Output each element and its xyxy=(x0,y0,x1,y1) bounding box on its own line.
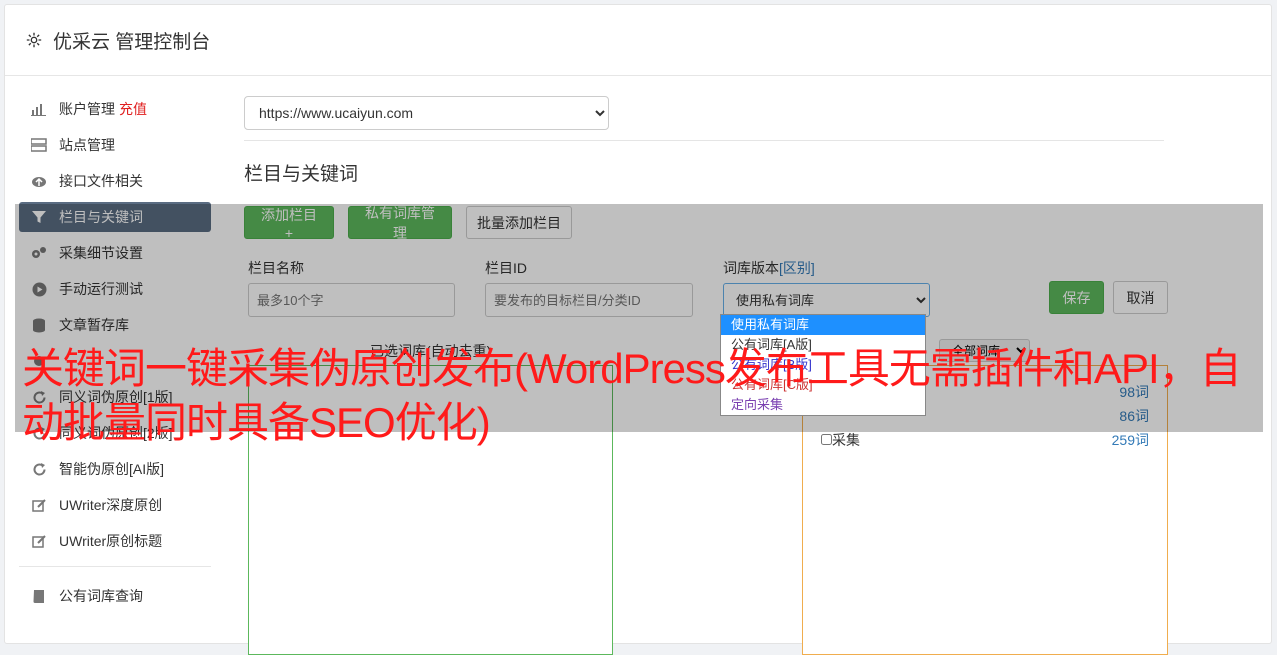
cloud-upload-icon xyxy=(31,173,47,189)
overlay-headline: 关键词一键采集伪原创发布(WordPress发布工具无需插件和API，自动批量同… xyxy=(22,345,1242,446)
sidebar-item-label: UWriter原创标题 xyxy=(59,533,163,549)
header: 优采云 管理控制台 xyxy=(5,5,1271,76)
book-icon xyxy=(31,588,47,604)
sidebar-item-label: 站点管理 xyxy=(59,137,115,153)
sidebar-item-sites[interactable]: 站点管理 xyxy=(19,130,211,160)
sidebar-item-label: 账户管理 xyxy=(59,101,115,117)
sidebar-divider xyxy=(19,566,211,567)
sidebar-item-label: 智能伪原创[AI版] xyxy=(59,461,165,477)
dropdown-option[interactable]: 使用私有词库 xyxy=(721,315,925,335)
server-icon xyxy=(31,137,47,153)
sidebar-item-ai-rewrite[interactable]: 智能伪原创[AI版] xyxy=(19,454,211,484)
main-content: https://www.ucaiyun.com 栏目与关键词 添加栏目 + 私有… xyxy=(244,96,1169,655)
section-title: 栏目与关键词 xyxy=(244,164,359,185)
bar-chart-icon xyxy=(31,101,47,117)
sidebar-item-uwriter-deep[interactable]: UWriter深度原创 xyxy=(19,490,211,520)
edit-icon xyxy=(31,533,47,549)
recharge-link[interactable]: 充值 xyxy=(119,99,147,119)
sidebar-item-label: 公有词库查询 xyxy=(59,588,143,604)
sidebar-item-uwriter-title[interactable]: UWriter原创标题 xyxy=(19,526,211,556)
page-title: 优采云 管理控制台 xyxy=(53,31,211,53)
divider xyxy=(244,140,1164,141)
refresh-icon xyxy=(31,461,47,477)
sidebar-item-public-lib[interactable]: 公有词库查询 xyxy=(19,581,211,611)
sidebar-item-api-files[interactable]: 接口文件相关 xyxy=(19,166,211,196)
sidebar-item-account[interactable]: 账户管理 充值 xyxy=(19,94,211,124)
edit-icon xyxy=(31,497,47,513)
gear-icon xyxy=(26,32,42,48)
site-select[interactable]: https://www.ucaiyun.com xyxy=(244,96,609,130)
sidebar-item-label: 接口文件相关 xyxy=(59,173,143,189)
sidebar-item-label: UWriter深度原创 xyxy=(59,497,163,513)
